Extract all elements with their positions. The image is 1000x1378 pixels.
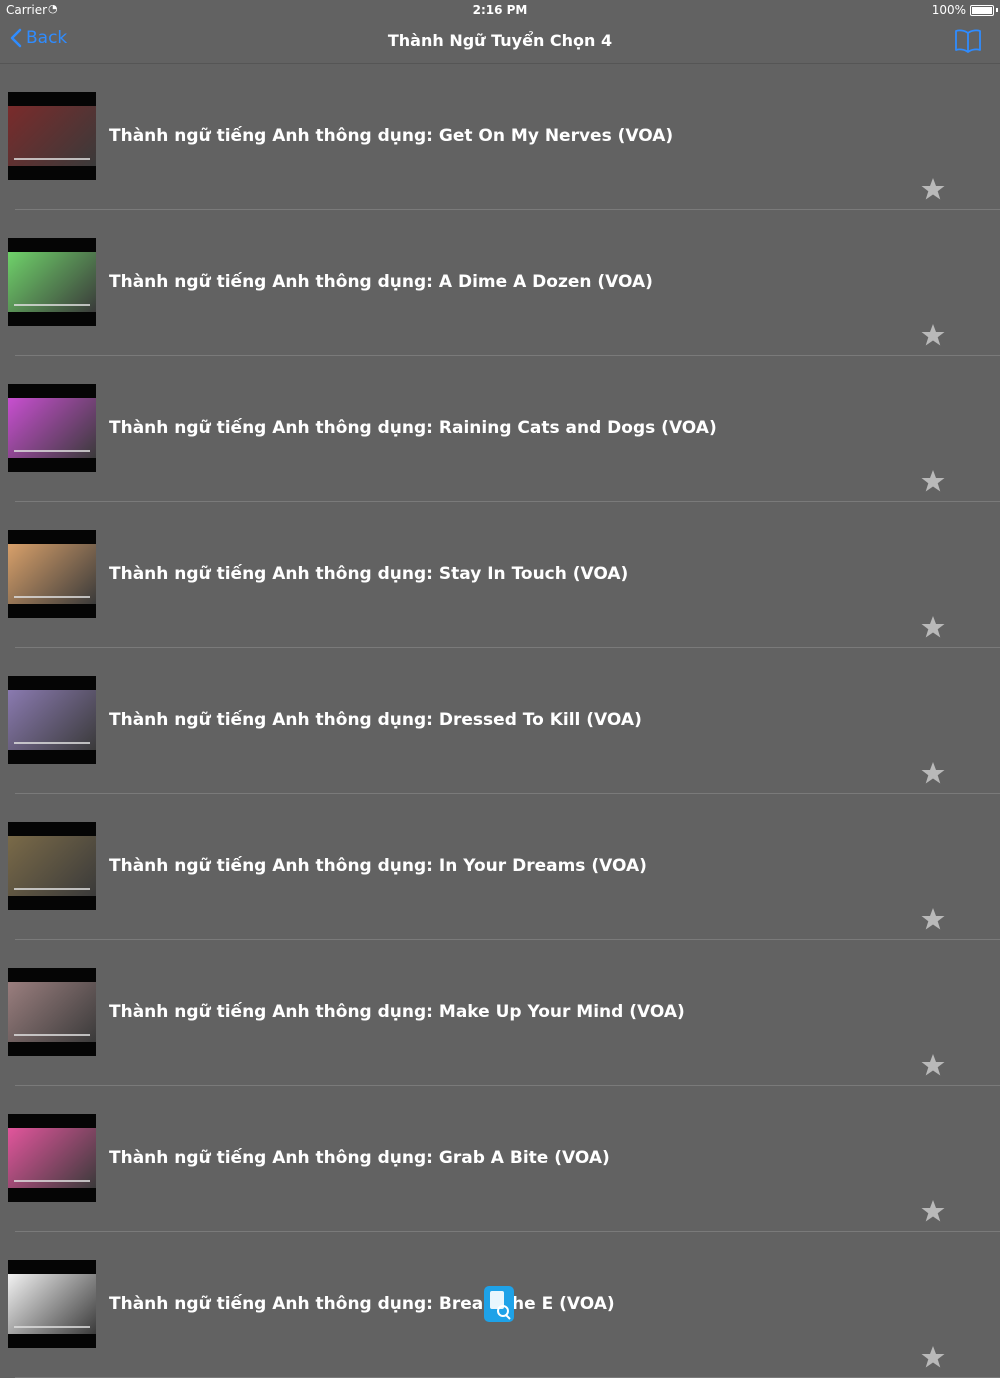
list-item[interactable]: Thành ngữ tiếng Anh thông dụng: A Dime A… (0, 210, 1000, 356)
battery-percent: 100% (931, 3, 966, 17)
battery-tip (996, 8, 998, 12)
star-icon[interactable] (920, 176, 946, 202)
status-bar: Carrier ◔ 2:16 PM 100% (0, 0, 1000, 20)
list-item[interactable]: Thành ngữ tiếng Anh thông dụng: Get On M… (0, 64, 1000, 210)
video-thumbnail (8, 1114, 96, 1202)
video-thumbnail (8, 1260, 96, 1348)
dictionary-lookup-icon[interactable] (484, 1286, 514, 1322)
list-item[interactable]: Thành ngữ tiếng Anh thông dụng: Dressed … (0, 648, 1000, 794)
star-icon[interactable] (920, 468, 946, 494)
video-thumbnail (8, 238, 96, 326)
list-item[interactable]: Thành ngữ tiếng Anh thông dụng: Grab A B… (0, 1086, 1000, 1232)
list-item[interactable]: Thành ngữ tiếng Anh thông dụng: Make Up … (0, 940, 1000, 1086)
navigation-bar: Back Thành Ngữ Tuyển Chọn 4 (0, 20, 1000, 64)
list-item[interactable]: Thành ngữ tiếng Anh thông dụng: In Your … (0, 794, 1000, 940)
status-time: 2:16 PM (472, 3, 528, 17)
star-icon[interactable] (920, 322, 946, 348)
video-list: Thành ngữ tiếng Anh thông dụng: Get On M… (0, 64, 1000, 1378)
star-icon[interactable] (920, 614, 946, 640)
video-thumbnail (8, 92, 96, 180)
item-title: Thành ngữ tiếng Anh thông dụng: Grab A B… (109, 1148, 610, 1168)
item-title: Thành ngữ tiếng Anh thông dụng: Dressed … (109, 710, 642, 730)
item-title: Thành ngữ tiếng Anh thông dụng: Stay In … (109, 564, 629, 584)
video-thumbnail (8, 530, 96, 618)
item-title: Thành ngữ tiếng Anh thông dụng: In Your … (109, 856, 647, 876)
video-thumbnail (8, 676, 96, 764)
item-title: Thành ngữ tiếng Anh thông dụng: Make Up … (109, 1002, 685, 1022)
battery-icon (970, 5, 994, 16)
star-icon[interactable] (920, 1344, 946, 1370)
list-item[interactable]: Thành ngữ tiếng Anh thông dụng: Raining … (0, 356, 1000, 502)
star-icon[interactable] (920, 1052, 946, 1078)
item-title: Thành ngữ tiếng Anh thông dụng: A Dime A… (109, 272, 653, 292)
book-icon[interactable] (954, 28, 982, 58)
item-title: Thành ngữ tiếng Anh thông dụng: Get On M… (109, 126, 674, 146)
star-icon[interactable] (920, 760, 946, 786)
video-thumbnail (8, 384, 96, 472)
video-thumbnail (8, 968, 96, 1056)
star-icon[interactable] (920, 906, 946, 932)
item-title: Thành ngữ tiếng Anh thông dụng: Break Th… (109, 1294, 615, 1314)
item-title: Thành ngữ tiếng Anh thông dụng: Raining … (109, 418, 717, 438)
video-thumbnail (8, 822, 96, 910)
list-item[interactable]: Thành ngữ tiếng Anh thông dụng: Stay In … (0, 502, 1000, 648)
page-title: Thành Ngữ Tuyển Chọn 4 (387, 31, 613, 50)
star-icon[interactable] (920, 1198, 946, 1224)
